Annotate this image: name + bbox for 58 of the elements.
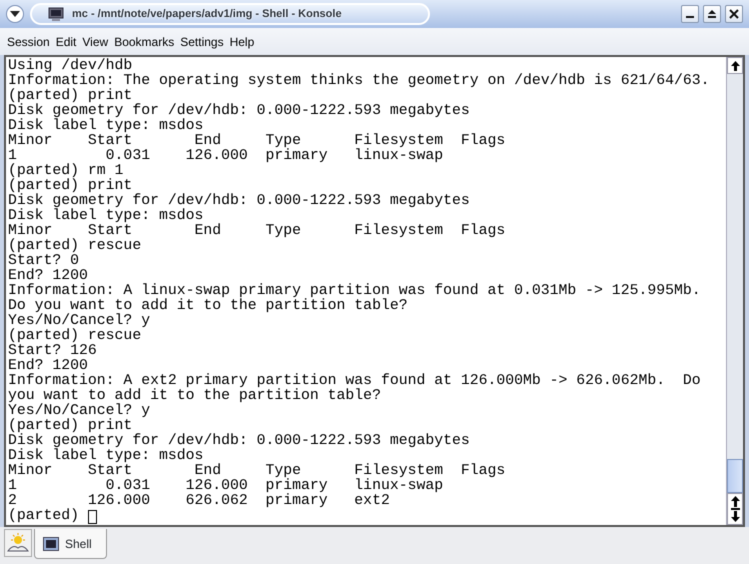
terminal-line: Disk label type: msdos	[8, 209, 204, 224]
menu-item[interactable]: View	[79, 30, 112, 52]
menu-item[interactable]: Settings	[177, 30, 227, 52]
terminal-line: Start? 126	[8, 344, 97, 359]
terminal-line: Disk geometry for /dev/hdb: 0.000-1222.593 megabytes	[8, 434, 470, 449]
menu-item[interactable]: Session	[4, 30, 53, 52]
terminal-line: (parted) print	[8, 179, 132, 194]
terminal-line: Using /dev/hdb	[8, 59, 132, 74]
terminal-line: End? 1200	[8, 359, 88, 374]
terminal-line: (parted) rm 1	[8, 164, 124, 179]
new-session-button[interactable]	[4, 529, 32, 557]
terminal-line: Disk label type: msdos	[8, 119, 204, 134]
scroll-up-button[interactable]	[727, 57, 743, 74]
terminal-line: Minor Start End Type Filesystem Flags	[8, 224, 506, 239]
terminal-line: 1 0.031 126.000 primary linux-swap	[8, 479, 444, 494]
maximize-icon	[707, 9, 717, 19]
sun-over-landscape-icon	[7, 533, 29, 553]
terminal-line: you want to add it to the partition table?	[8, 389, 381, 404]
terminal-icon	[43, 536, 59, 550]
terminal-line: Yes/No/Cancel? y	[8, 404, 150, 419]
menu-item[interactable]: Help	[226, 30, 258, 52]
close-button[interactable]	[725, 5, 743, 23]
close-icon	[729, 9, 739, 19]
terminal-icon	[48, 7, 64, 21]
terminal-line: Disk geometry for /dev/hdb: 0.000-1222.593 megabytes	[8, 194, 470, 209]
window-menu-button[interactable]	[6, 5, 24, 23]
terminal-line: 1 0.031 126.000 primary linux-swap	[8, 149, 444, 164]
menu-item[interactable]: Edit	[52, 30, 80, 52]
terminal-line: (parted)	[8, 509, 80, 524]
terminal-line: (parted) print	[8, 419, 132, 434]
scrollbar[interactable]	[726, 57, 743, 525]
scroll-buttons[interactable]	[727, 493, 743, 525]
terminal-line: (parted) rescue	[8, 239, 142, 254]
terminal-line: Start? 0	[8, 254, 80, 269]
terminal-line: Information: The operating system thinks the geometry on /dev/hdb is 621/64/63.	[8, 74, 710, 89]
caret-icon	[10, 10, 20, 18]
text-cursor	[88, 510, 97, 524]
window-title: mc - /mnt/note/ve/papers/adv1/img - Shell - Konsole	[72, 6, 342, 22]
terminal-line: Minor Start End Type Filesystem Flags	[8, 464, 506, 479]
up-down-arrows-icon	[730, 496, 740, 522]
terminal-line: (parted) print	[8, 89, 132, 104]
terminal-line: Information: A ext2 primary partition was found at 126.000Mb -> 626.062Mb. Do	[8, 374, 701, 389]
menu-item[interactable]: Bookmarks	[111, 30, 178, 52]
up-arrow-icon	[730, 60, 740, 70]
terminal-line: End? 1200	[8, 269, 88, 284]
terminal-line: 2 126.000 626.062 primary ext2	[8, 494, 390, 509]
minimize-button[interactable]	[681, 5, 699, 23]
terminal-line: (parted) rescue	[8, 329, 142, 344]
terminal-line: Do you want to add it to the partition table?	[8, 299, 408, 314]
terminal-line: Yes/No/Cancel? y	[8, 314, 150, 329]
maximize-button[interactable]	[703, 5, 721, 23]
terminal-line: Disk geometry for /dev/hdb: 0.000-1222.593 megabytes	[8, 104, 470, 119]
terminal-line: Minor Start End Type Filesystem Flags	[8, 134, 506, 149]
terminal-line: Disk label type: msdos	[8, 449, 204, 464]
minimize-icon	[686, 16, 694, 18]
scrollbar-thumb[interactable]	[727, 459, 743, 493]
session-tab[interactable]: Shell	[34, 529, 107, 559]
terminal-line: Information: A linux-swap primary partition was found at 0.031Mb -> 125.995Mb.	[8, 284, 701, 299]
